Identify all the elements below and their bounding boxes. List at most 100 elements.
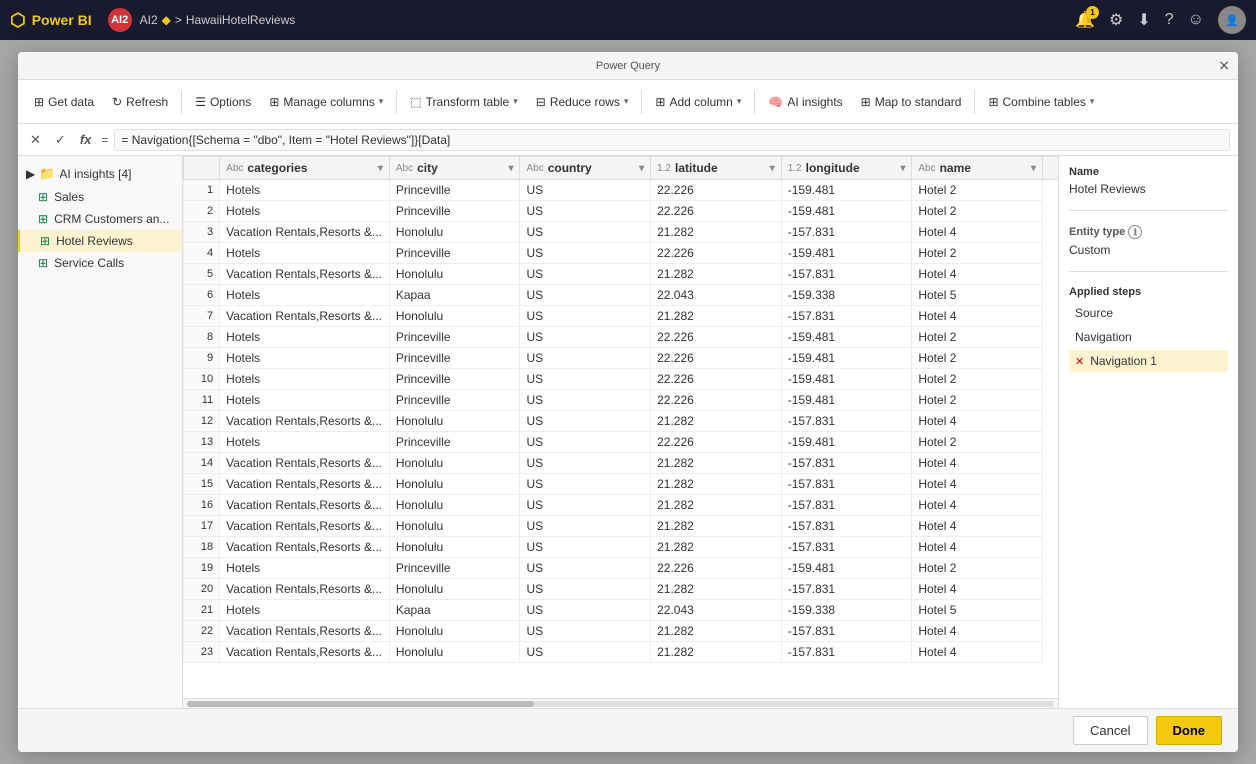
- name-label: Name: [1069, 166, 1228, 178]
- sidebar-item-service-calls[interactable]: ⊞Service Calls: [18, 252, 182, 274]
- map-to-standard-button[interactable]: ⊞ Map to standard: [853, 91, 970, 113]
- manage-columns-button[interactable]: ⊞ Manage columns ▾: [261, 91, 391, 113]
- column-header-country[interactable]: Abccountry▾: [520, 157, 651, 180]
- cell-country: US: [520, 642, 651, 663]
- row-number: 5: [184, 264, 220, 285]
- cell-city: Honolulu: [389, 537, 520, 558]
- applied-step-source[interactable]: Source: [1069, 302, 1228, 324]
- cell-latitude: 21.282: [651, 264, 782, 285]
- column-filter-icon[interactable]: ▾: [508, 163, 513, 174]
- entity-type-info-icon[interactable]: ℹ: [1128, 225, 1142, 239]
- sidebar-group-label: AI insights [4]: [59, 167, 131, 181]
- horizontal-scrollbar[interactable]: [183, 698, 1058, 708]
- download-icon[interactable]: ⬇: [1137, 10, 1150, 30]
- column-header-name[interactable]: Abcname▾: [912, 157, 1043, 180]
- cell-categories: Hotels: [220, 600, 390, 621]
- step-label: Navigation: [1075, 330, 1132, 344]
- cell-name: Hotel 4: [912, 579, 1043, 600]
- cell-longitude: -159.481: [781, 432, 912, 453]
- column-header-city[interactable]: Abccity ▾: [389, 157, 520, 180]
- applied-steps-list: Source Navigation ✕Navigation 1: [1069, 302, 1228, 372]
- applied-step-navigation1[interactable]: ✕Navigation 1: [1069, 350, 1228, 372]
- get-data-button[interactable]: ⊞ Get data: [26, 91, 102, 113]
- cell-latitude: 22.043: [651, 600, 782, 621]
- cell-city: Kapaa: [389, 285, 520, 306]
- column-header-longitude[interactable]: 1.2longitude▾: [781, 157, 912, 180]
- function-button[interactable]: fx: [76, 130, 96, 149]
- cell-longitude: -157.831: [781, 621, 912, 642]
- confirm-formula-button[interactable]: ✓: [51, 130, 70, 150]
- notification-bell[interactable]: 🔔 1: [1075, 10, 1095, 30]
- reduce-rows-chevron: ▾: [624, 96, 629, 107]
- ai-insights-button[interactable]: 🧠 AI insights: [760, 91, 850, 113]
- add-column-button[interactable]: ⊞ Add column ▾: [647, 91, 749, 113]
- column-type: Abc: [396, 163, 413, 174]
- cell-categories: Hotels: [220, 201, 390, 222]
- column-filter-icon[interactable]: ▾: [900, 163, 905, 174]
- row-number: 15: [184, 474, 220, 495]
- step-delete-icon[interactable]: ✕: [1075, 355, 1084, 368]
- combine-tables-button[interactable]: ⊞ Combine tables ▾: [980, 91, 1102, 113]
- modal-close-button[interactable]: ✕: [1218, 57, 1230, 74]
- cell-categories: Hotels: [220, 558, 390, 579]
- options-button[interactable]: ☰ Options: [187, 91, 259, 113]
- cell-categories: Vacation Rentals,Resorts &...: [220, 642, 390, 663]
- cell-categories: Vacation Rentals,Resorts &...: [220, 516, 390, 537]
- cell-country: US: [520, 306, 651, 327]
- column-header-categories[interactable]: Abccategories▾: [220, 157, 390, 180]
- table-row: 21HotelsKapaaUS22.043-159.338Hotel 5: [184, 600, 1059, 621]
- applied-step-navigation[interactable]: Navigation: [1069, 326, 1228, 348]
- cell-city: Honolulu: [389, 222, 520, 243]
- help-icon[interactable]: ?: [1165, 11, 1174, 29]
- cell-city: Honolulu: [389, 453, 520, 474]
- row-number: 7: [184, 306, 220, 327]
- options-label: Options: [210, 95, 251, 109]
- cell-city: Princeville: [389, 180, 520, 201]
- column-filter-icon[interactable]: ▾: [378, 163, 383, 174]
- modal-footer: Cancel Done: [18, 708, 1238, 752]
- column-header-latitude[interactable]: 1.2latitude▾: [651, 157, 782, 180]
- sidebar-group-ai-insights[interactable]: ▶ 📁 AI insights [4]: [18, 162, 182, 186]
- table-row: 16Vacation Rentals,Resorts &...HonoluluU…: [184, 495, 1059, 516]
- emoji-icon[interactable]: ☺: [1188, 11, 1204, 29]
- sidebar-item-hotel-reviews[interactable]: ⊞Hotel Reviews: [18, 230, 182, 252]
- table-icon: ⊞: [38, 256, 48, 270]
- cell-categories: Vacation Rentals,Resorts &...: [220, 495, 390, 516]
- cell-latitude: 21.282: [651, 474, 782, 495]
- column-label: city: [417, 161, 438, 175]
- workspace-label: AI2: [140, 13, 158, 27]
- cell-name: Hotel 4: [912, 222, 1043, 243]
- formula-input[interactable]: [114, 129, 1230, 151]
- manage-columns-icon: ⊞: [269, 95, 279, 109]
- table-row: 18Vacation Rentals,Resorts &...HonoluluU…: [184, 537, 1059, 558]
- sidebar-item-crm[interactable]: ⊞CRM Customers an...: [18, 208, 182, 230]
- row-number: 19: [184, 558, 220, 579]
- extra-column-header: [1043, 157, 1059, 180]
- transform-table-button[interactable]: ⬚ Transform table ▾: [402, 91, 525, 113]
- cancel-formula-button[interactable]: ✕: [26, 130, 45, 150]
- map-to-standard-label: Map to standard: [875, 95, 962, 109]
- refresh-button[interactable]: ↻ Refresh: [104, 91, 176, 113]
- table-row: 15Vacation Rentals,Resorts &...HonoluluU…: [184, 474, 1059, 495]
- cell-country: US: [520, 537, 651, 558]
- column-filter-icon[interactable]: ▾: [639, 163, 644, 174]
- column-filter-icon[interactable]: ▾: [1031, 163, 1036, 174]
- sidebar-item-sales[interactable]: ⊞Sales: [18, 186, 182, 208]
- user-avatar[interactable]: 👤: [1218, 6, 1246, 34]
- row-number: 1: [184, 180, 220, 201]
- column-filter-icon[interactable]: ▾: [770, 163, 775, 174]
- reduce-rows-button[interactable]: ⊟ Reduce rows ▾: [528, 91, 637, 113]
- data-table-wrapper[interactable]: Abccategories▾Abccity▾Abccountry▾1.2lati…: [183, 156, 1058, 698]
- done-button[interactable]: Done: [1156, 716, 1223, 745]
- cell-longitude: -159.338: [781, 600, 912, 621]
- cell-latitude: 21.282: [651, 516, 782, 537]
- row-number-header: [184, 157, 220, 180]
- map-to-standard-icon: ⊞: [861, 95, 871, 109]
- cell-city: Kapaa: [389, 600, 520, 621]
- row-number: 21: [184, 600, 220, 621]
- cancel-button[interactable]: Cancel: [1073, 716, 1147, 745]
- manage-columns-label: Manage columns: [283, 95, 374, 109]
- table-row: 12Vacation Rentals,Resorts &...HonoluluU…: [184, 411, 1059, 432]
- settings-icon[interactable]: ⚙: [1109, 10, 1123, 30]
- refresh-label: Refresh: [126, 95, 168, 109]
